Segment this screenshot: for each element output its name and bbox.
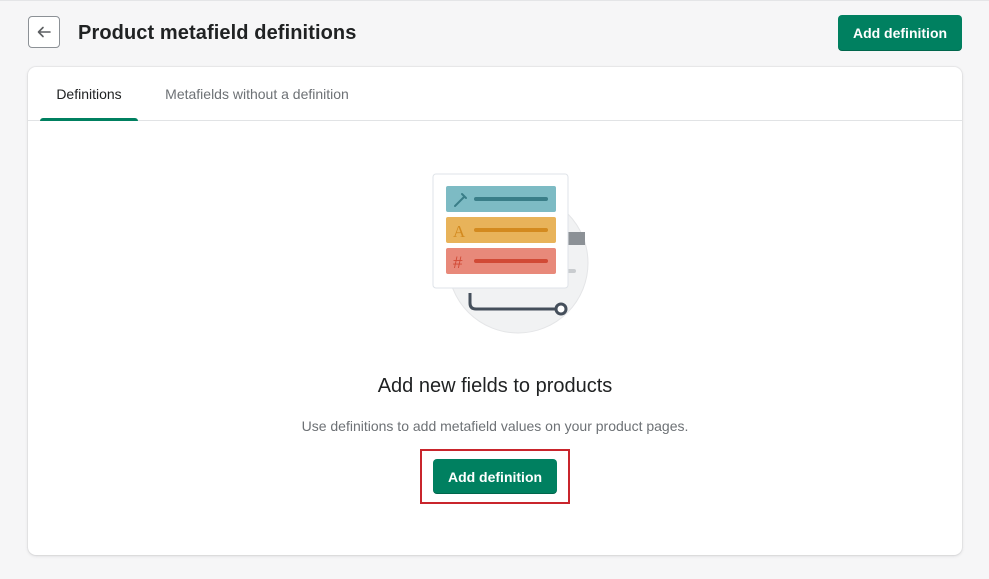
page-title: Product metafield definitions <box>78 22 357 44</box>
illustration-red-line <box>474 259 548 263</box>
definitions-card: Definitions Metafields without a definit… <box>28 67 962 555</box>
empty-state-heading: Add new fields to products <box>377 375 613 397</box>
metafield-fields-illustration: A # <box>432 173 589 334</box>
illustration-yellow-line <box>474 228 548 232</box>
back-button[interactable] <box>28 16 60 48</box>
top-divider <box>0 0 989 1</box>
letter-a-icon: A <box>453 222 466 241</box>
add-definition-button[interactable]: Add definition <box>838 15 962 51</box>
tab-metafields-without-definition[interactable]: Metafields without a definition <box>162 67 352 120</box>
hash-icon: # <box>453 253 463 272</box>
arrow-left-icon <box>37 26 51 38</box>
tab-metafields-label: Metafields without a definition <box>165 85 349 102</box>
illustration-connector-node <box>554 302 568 316</box>
empty-state-description: Use definitions to add metafield values … <box>301 418 689 434</box>
tab-bar: Definitions Metafields without a definit… <box>28 67 962 121</box>
illustration-teal-line <box>474 197 548 201</box>
active-tab-indicator <box>40 118 138 121</box>
tab-definitions[interactable]: Definitions <box>40 67 138 121</box>
empty-state-add-definition-button[interactable]: Add definition <box>433 459 557 494</box>
tab-definitions-label: Definitions <box>56 85 122 102</box>
